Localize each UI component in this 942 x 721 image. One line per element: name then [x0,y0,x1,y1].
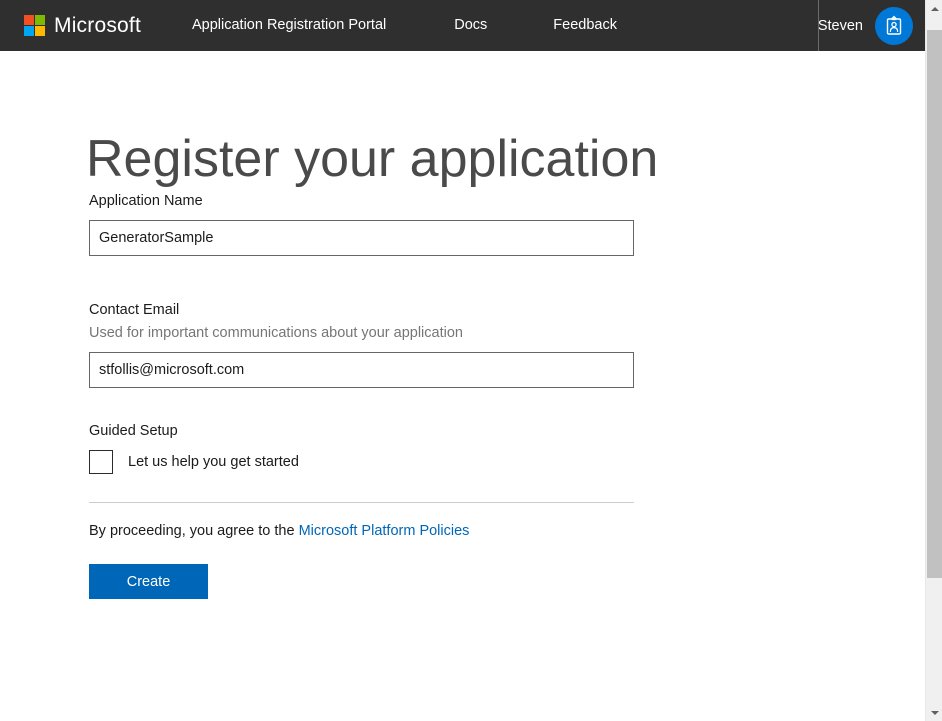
scrollbar-thumb[interactable] [927,30,942,578]
nav-item-docs[interactable]: Docs [454,0,487,51]
contact-email-label: Contact Email [89,302,180,318]
scrollbar-down-button[interactable] [926,704,942,721]
scrollbar-up-button[interactable] [926,0,942,17]
nav-links: Application Registration Portal Docs Fee… [192,0,617,51]
guided-setup-checkbox-label[interactable]: Let us help you get started [128,454,299,470]
registration-form: Application Name Contact Email Used for … [89,193,634,599]
user-account-zone: Steven [817,0,925,51]
nav-item-application-registration-portal[interactable]: Application Registration Portal [192,0,386,51]
microsoft-platform-policies-link[interactable]: Microsoft Platform Policies [299,523,470,539]
user-name-label[interactable]: Steven [818,18,863,34]
logo-square-yellow [35,26,45,36]
microsoft-brand-logo[interactable]: Microsoft [24,0,141,51]
field-group-guided-setup: Guided Setup Let us help you get started [89,423,634,474]
contact-email-input[interactable] [89,352,634,388]
main-content: Register your application Application Na… [0,51,925,721]
triangle-up-icon [930,6,939,11]
field-group-application-name: Application Name [89,193,634,256]
microsoft-wordmark: Microsoft [54,13,141,37]
avatar[interactable] [875,6,913,45]
page-title: Register your application [86,129,659,188]
header-divider [817,0,819,51]
section-divider [89,502,634,503]
vertical-scrollbar[interactable] [925,0,942,721]
field-group-contact-email: Contact Email Used for important communi… [89,302,634,388]
logo-square-red [24,15,34,25]
terms-text: By proceeding, you agree to the Microsof… [89,523,634,539]
application-name-label: Application Name [89,193,203,209]
guided-setup-label: Guided Setup [89,423,178,439]
nav-item-feedback[interactable]: Feedback [553,0,617,51]
terms-prefix: By proceeding, you agree to the [89,523,299,539]
logo-square-green [35,15,45,25]
user-badge-icon [886,15,902,35]
application-name-input[interactable] [89,220,634,256]
top-navigation-bar: Microsoft Application Registration Porta… [0,0,925,51]
triangle-down-icon [930,710,939,715]
guided-setup-checkbox[interactable] [89,450,113,474]
create-button[interactable]: Create [89,564,208,599]
guided-setup-checkbox-row[interactable]: Let us help you get started [89,450,634,474]
logo-square-blue [24,26,34,36]
microsoft-logo-icon [24,15,45,36]
contact-email-hint: Used for important communications about … [89,325,463,341]
